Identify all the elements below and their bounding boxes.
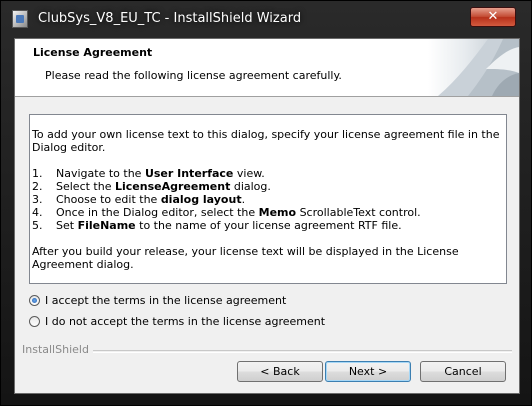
step-number: 5. xyxy=(32,219,43,232)
step-text: dialog. xyxy=(230,180,271,193)
close-button[interactable]: ✕ xyxy=(470,7,516,27)
step-keyword: Memo xyxy=(258,206,297,219)
step-number: 1. xyxy=(32,167,43,180)
footer-divider xyxy=(22,350,512,353)
step-number: 3. xyxy=(32,193,43,206)
window-title: ClubSys_V8_EU_TC - InstallShield Wizard xyxy=(38,11,302,26)
step-text: to the name of your license agreement RT… xyxy=(135,219,402,232)
license-step: 4. Once in the Dialog editor, select the… xyxy=(32,206,506,219)
wizard-header: License Agreement Please read the follow… xyxy=(15,39,519,97)
next-button[interactable]: Next > xyxy=(325,361,411,382)
decline-option[interactable]: I do not accept the terms in the license… xyxy=(29,315,325,328)
license-intro: To add your own license text to this dia… xyxy=(32,128,500,154)
step-text: Set xyxy=(56,219,78,232)
license-step: 3. Choose to edit the dialog layout. xyxy=(32,193,506,206)
cancel-button[interactable]: Cancel xyxy=(420,361,506,382)
license-step: 1. Navigate to the User Interface view. xyxy=(32,167,506,180)
step-text: Navigate to the xyxy=(56,167,145,180)
step-keyword: LicenseAgreement xyxy=(114,180,231,193)
wizard-body: License Agreement Please read the follow… xyxy=(14,38,520,394)
accept-radio[interactable] xyxy=(29,295,40,306)
accept-option[interactable]: I accept the terms in the license agreem… xyxy=(29,294,286,307)
step-number: 4. xyxy=(32,206,43,219)
accept-label[interactable]: I accept the terms in the license agreem… xyxy=(45,294,286,307)
step-keyword: User Interface xyxy=(144,167,234,180)
license-outro: After you build your release, your licen… xyxy=(32,245,459,271)
step-text: Select the xyxy=(56,180,115,193)
license-text-area[interactable]: To add your own license text to this dia… xyxy=(29,114,507,284)
step-text: view. xyxy=(233,167,265,180)
decline-label[interactable]: I do not accept the terms in the license… xyxy=(45,315,325,328)
installer-window: ClubSys_V8_EU_TC - InstallShield Wizard … xyxy=(0,0,532,406)
header-banner-art-icon xyxy=(428,39,519,96)
decline-radio[interactable] xyxy=(29,316,40,327)
installer-icon xyxy=(12,10,28,28)
step-keyword: dialog layout xyxy=(160,193,242,206)
step-keyword: FileName xyxy=(77,219,136,232)
back-button[interactable]: < Back xyxy=(237,361,323,382)
license-step: 5. Set FileName to the name of your lice… xyxy=(32,219,506,232)
page-subtitle: Please read the following license agreem… xyxy=(45,69,342,82)
step-text: Choose to edit the xyxy=(56,193,161,206)
installshield-brand: InstallShield xyxy=(22,343,93,356)
step-text: Once in the Dialog editor, select the xyxy=(56,206,259,219)
step-number: 2. xyxy=(32,180,43,193)
page-title: License Agreement xyxy=(33,46,153,59)
license-step: 2. Select the LicenseAgreement dialog. xyxy=(32,180,506,193)
title-bar[interactable]: ClubSys_V8_EU_TC - InstallShield Wizard … xyxy=(1,1,532,39)
step-text: ScrollableText control. xyxy=(296,206,421,219)
step-text: . xyxy=(241,193,246,206)
